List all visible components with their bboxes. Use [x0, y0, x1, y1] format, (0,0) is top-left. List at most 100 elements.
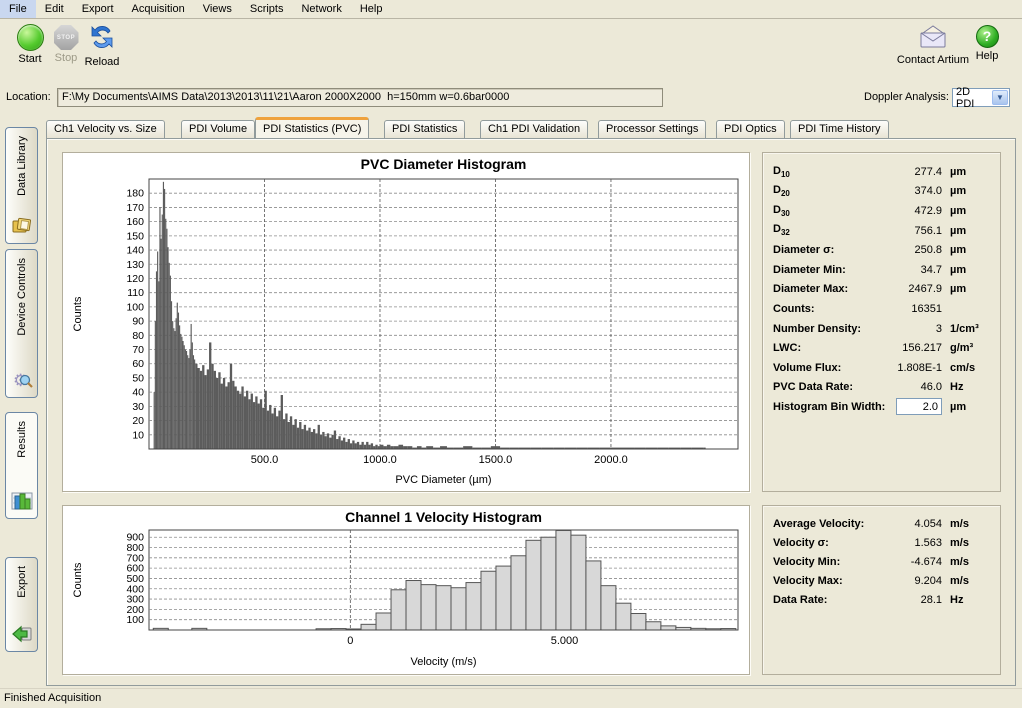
histogram-bar	[255, 396, 257, 449]
pvc-stat-row: D30472.9µm	[773, 201, 990, 221]
tab-processor-settings[interactable]: Processor Settings	[598, 120, 706, 138]
histogram-bar	[187, 355, 188, 449]
menu-item-file[interactable]: File	[0, 0, 36, 18]
contact-artium-button[interactable]: Contact Artium	[896, 20, 970, 66]
stat-label: D10	[773, 165, 880, 179]
stat-label: Velocity Min:	[773, 556, 880, 568]
tab-pdi-volume[interactable]: PDI Volume	[181, 120, 255, 138]
histogram-bin-width-input[interactable]	[896, 398, 942, 415]
pvc-diameter-histogram-panel: PVC Diameter Histogram102030405060708090…	[62, 152, 750, 492]
histogram-bar	[162, 215, 163, 449]
histogram-bar	[161, 239, 162, 449]
histogram-bar	[281, 395, 283, 449]
data-library-icon	[11, 215, 33, 237]
chevron-down-icon[interactable]: ▼	[992, 90, 1008, 105]
histogram-bar	[336, 439, 338, 449]
histogram-bar	[166, 229, 167, 449]
pvc-stat-row: Histogram Bin Width:µm	[773, 397, 990, 417]
histogram-bar	[207, 369, 209, 449]
histogram-bar	[221, 384, 223, 449]
y-tick-label: 150	[126, 230, 144, 242]
sidebar-button-device-controls[interactable]: Device Controls⚙	[5, 249, 38, 398]
histogram-bar	[350, 443, 352, 449]
pvc-stat-row: Diameter σ:250.8µm	[773, 240, 990, 260]
help-button[interactable]: ? Help	[965, 20, 1009, 62]
histogram-bar	[481, 571, 496, 630]
histogram-bar	[301, 429, 303, 449]
velocity-stat-row: Average Velocity:4.054m/s	[773, 514, 990, 533]
y-tick-label: 60	[132, 358, 144, 370]
histogram-bar	[348, 439, 350, 449]
menu-item-network[interactable]: Network	[292, 0, 350, 18]
velocity-stat-row: Velocity σ:1.563m/s	[773, 533, 990, 552]
histogram-bar	[198, 368, 200, 449]
pvc-stat-row: D20374.0µm	[773, 182, 990, 202]
histogram-bar	[225, 386, 227, 449]
sidebar-button-label: Device Controls	[16, 258, 28, 336]
sidebar-button-data-library[interactable]: Data Library	[5, 127, 38, 244]
tab-pdi-statistics-pvc-[interactable]: PDI Statistics (PVC)	[255, 117, 369, 138]
doppler-analysis-select[interactable]: 2D PDI ▼	[952, 88, 1010, 107]
histogram-bar	[202, 365, 204, 449]
tab-pdi-optics[interactable]: PDI Optics	[716, 120, 785, 138]
stat-label: Diameter Max:	[773, 283, 880, 295]
stat-unit: µm	[942, 185, 990, 197]
histogram-bar	[234, 386, 236, 449]
sidebar-button-label: Data Library	[16, 136, 28, 196]
tab-pdi-statistics[interactable]: PDI Statistics	[384, 120, 465, 138]
histogram-bar	[223, 378, 225, 449]
stat-value: 3	[880, 323, 942, 335]
histogram-bar	[646, 622, 661, 630]
histogram-bar	[466, 583, 481, 630]
menu-item-scripts[interactable]: Scripts	[241, 0, 293, 18]
sidebar-button-label: Results	[16, 421, 28, 458]
menu-item-acquisition[interactable]: Acquisition	[123, 0, 194, 18]
tab-ch1-pdi-validation[interactable]: Ch1 PDI Validation	[480, 120, 588, 138]
location-field[interactable]: F:\My Documents\AIMS Data\2013\2013\11\2…	[57, 88, 663, 107]
y-tick-label: 120	[126, 273, 144, 285]
tab-ch1-velocity-vs-size[interactable]: Ch1 Velocity vs. Size	[46, 120, 165, 138]
menu-item-edit[interactable]: Edit	[36, 0, 73, 18]
x-axis-label: Velocity (m/s)	[410, 656, 476, 668]
histogram-bar	[276, 416, 278, 449]
histogram-bar	[248, 399, 250, 449]
sidebar-button-results[interactable]: Results	[5, 412, 38, 519]
stat-unit: µm	[942, 166, 990, 178]
stat-value: 374.0	[880, 185, 942, 197]
histogram-bar	[180, 334, 181, 449]
histogram-bar	[169, 263, 170, 449]
y-tick-label: 600	[126, 563, 144, 575]
histogram-bar	[616, 603, 631, 630]
stat-label: PVC Data Rate:	[773, 381, 880, 393]
stat-label: Average Velocity:	[773, 518, 880, 530]
stat-unit: Hz	[942, 594, 990, 606]
stat-unit: µm	[942, 401, 990, 413]
histogram-bar	[511, 556, 526, 630]
pvc-stat-row: Counts:16351	[773, 299, 990, 319]
tab-pdi-time-history[interactable]: PDI Time History	[790, 120, 889, 138]
menu-item-export[interactable]: Export	[73, 0, 123, 18]
stat-unit: µm	[942, 225, 990, 237]
histogram-bar	[214, 371, 216, 449]
histogram-bar	[269, 405, 271, 449]
stat-value: 16351	[880, 303, 942, 315]
pvc-stat-row: Diameter Min:34.7µm	[773, 260, 990, 280]
histogram-bar	[232, 381, 234, 449]
histogram-bar	[278, 411, 280, 449]
menu-item-views[interactable]: Views	[194, 0, 241, 18]
histogram-bar	[188, 358, 189, 449]
y-tick-label: 100	[126, 614, 144, 626]
x-tick-label: 1500.0	[479, 454, 513, 466]
stat-unit: 1/cm³	[942, 323, 990, 335]
histogram-bar	[290, 416, 292, 449]
menu-item-help[interactable]: Help	[351, 0, 392, 18]
histogram-bar	[406, 581, 421, 630]
stat-value: 250.8	[880, 244, 942, 256]
stat-unit: g/m³	[942, 342, 990, 354]
stat-label: Diameter σ:	[773, 244, 880, 256]
histogram-bar	[661, 626, 676, 630]
sidebar-button-export[interactable]: Export	[5, 557, 38, 652]
reload-button[interactable]: Reload	[74, 20, 130, 68]
velocity-stat-row: Data Rate:28.1Hz	[773, 590, 990, 609]
histogram-bar	[306, 431, 308, 449]
